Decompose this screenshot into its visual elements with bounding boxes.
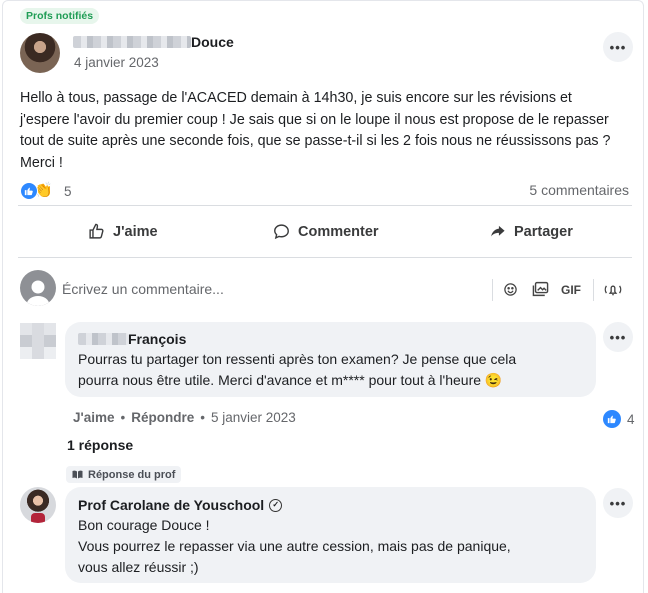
comment-button[interactable]: Commenter: [273, 223, 379, 240]
reply-text-line: Bon courage Douce !: [78, 517, 210, 533]
reaction-count: 5: [64, 183, 72, 199]
commenter-avatar[interactable]: [20, 323, 56, 359]
like-button[interactable]: J'aime: [88, 223, 158, 240]
comment-text-line: pourra nous être utile. Merci d'avance e…: [78, 372, 503, 388]
divider: [593, 279, 594, 301]
reply-text-line: vous allez réussir ;): [78, 559, 199, 575]
prof-reply-tag-label: Réponse du prof: [88, 468, 176, 481]
thumbs-up-icon: [89, 223, 104, 239]
redacted-name: [73, 36, 191, 48]
reply-more-button[interactable]: •••: [603, 488, 633, 518]
current-user-avatar: [20, 270, 56, 306]
comment-author[interactable]: François: [78, 331, 186, 347]
post-card: Profs notifiés Douce 4 janvier 2023 ••• …: [2, 0, 644, 593]
divider: [18, 257, 632, 258]
commenter-name: François: [128, 331, 187, 347]
bell-icon: [604, 285, 622, 296]
smiley-icon: [504, 283, 517, 296]
comment-more-button[interactable]: •••: [603, 322, 633, 352]
author-name: Douce: [191, 34, 234, 50]
notified-badge: Profs notifiés: [20, 8, 100, 24]
reaction-summary[interactable]: 👏 5: [20, 181, 72, 201]
image-icon: [532, 281, 549, 297]
divider: [492, 279, 493, 301]
comment-reply-link[interactable]: Répondre: [131, 410, 194, 425]
book-icon: [72, 470, 83, 479]
post-date[interactable]: 4 janvier 2023: [74, 55, 159, 70]
author-avatar[interactable]: [20, 33, 60, 73]
prof-avatar[interactable]: [20, 487, 56, 523]
redacted-name: [78, 333, 128, 345]
post-more-button[interactable]: •••: [603, 32, 633, 62]
share-button[interactable]: Partager: [489, 223, 573, 240]
prof-reply-tag: Réponse du prof: [66, 466, 182, 483]
like-count-value: 4: [627, 411, 635, 427]
share-arrow-icon: [491, 225, 505, 237]
post-author[interactable]: Douce: [73, 34, 234, 50]
gif-button[interactable]: GIF: [561, 283, 581, 297]
reply-text-line: Vous pourrez le repasser via une autre c…: [78, 538, 511, 554]
reply-author[interactable]: Prof Carolane de Youschool ✓: [78, 497, 283, 513]
speech-bubble-icon: [274, 224, 289, 240]
notify-button[interactable]: [602, 282, 624, 300]
comment-text-line: Pourras tu partager ton ressenti après t…: [78, 351, 517, 367]
image-button[interactable]: [532, 281, 549, 300]
replies-toggle[interactable]: 1 réponse: [67, 437, 133, 453]
prof-name: Prof Carolane de Youschool: [78, 497, 265, 513]
like-reaction-icon: [20, 182, 38, 200]
like-label: J'aime: [113, 223, 158, 240]
check-circle-icon: ✓: [269, 498, 283, 512]
like-reaction-icon: [603, 410, 621, 428]
comment-like-count[interactable]: 4: [603, 410, 635, 428]
user-silhouette-icon: [26, 280, 50, 306]
share-label: Partager: [514, 223, 573, 240]
separator: •: [120, 410, 126, 425]
comment-meta: J'aime • Répondre • 5 janvier 2023: [73, 410, 296, 425]
comment-like-link[interactable]: J'aime: [73, 410, 115, 425]
emoji-button[interactable]: [503, 282, 518, 300]
comment-label: Commenter: [298, 223, 379, 240]
separator: •: [200, 410, 205, 425]
divider: [18, 205, 632, 206]
post-text: Hello à tous, passage de l'ACACED demain…: [20, 90, 611, 171]
comment-input[interactable]: Écrivez un commentaire...: [62, 281, 224, 297]
comment-date[interactable]: 5 janvier 2023: [211, 410, 296, 425]
comments-count[interactable]: 5 commentaires: [529, 182, 629, 198]
